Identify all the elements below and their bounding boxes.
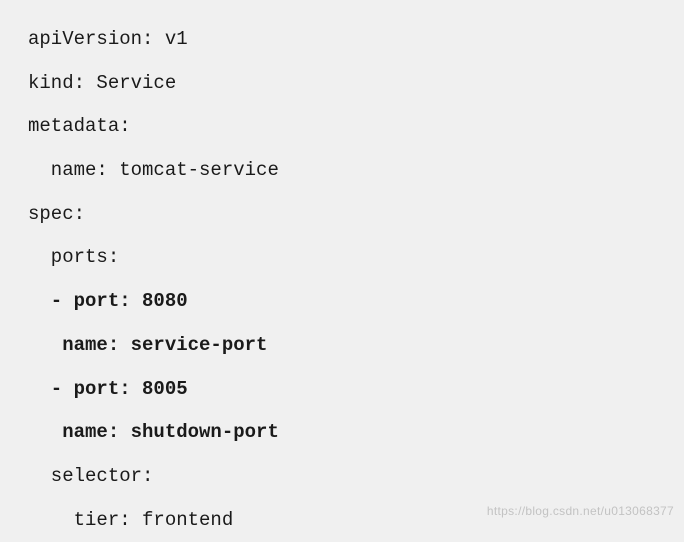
code-line: metadata: [28,105,684,149]
code-line: spec: [28,193,684,237]
code-line: selector: [28,455,684,499]
code-line: name: shutdown-port [28,411,684,455]
code-line: apiVersion: v1 [28,18,684,62]
code-line: kind: Service [28,62,684,106]
code-line: - port: 8005 [28,368,684,412]
watermark-text: https://blog.csdn.net/u013068377 [487,504,674,518]
code-line: name: service-port [28,324,684,368]
code-line: ports: [28,236,684,280]
code-block: apiVersion: v1kind: Servicemetadata: nam… [0,0,684,542]
code-line: - port: 8080 [28,280,684,324]
code-line: name: tomcat-service [28,149,684,193]
